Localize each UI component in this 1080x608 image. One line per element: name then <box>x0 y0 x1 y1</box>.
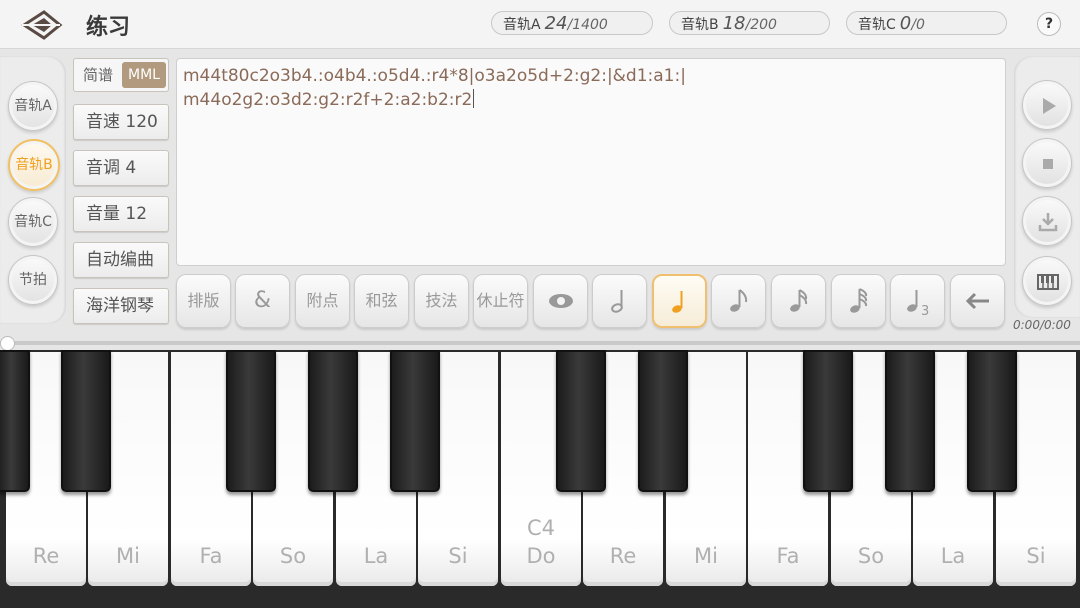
backspace-button[interactable] <box>950 274 1005 328</box>
backspace-icon <box>965 292 989 310</box>
track-c-button[interactable]: 音轨C <box>8 197 58 247</box>
track-c-value: 0 <box>899 13 912 34</box>
black-key[interactable] <box>226 350 276 492</box>
play-icon <box>1043 98 1056 114</box>
key-label: Mi <box>116 544 140 568</box>
half-note-button[interactable] <box>592 274 647 328</box>
key-label: Re <box>32 544 60 568</box>
track-a-value: 24 <box>544 13 568 34</box>
track-a-counter: 音轨A 24/1400 <box>491 11 653 35</box>
black-key[interactable] <box>803 350 853 492</box>
editor-line-1: m44t80c2o3b4.:o4b4.:o5d4.:r4*8|o3a2o5d+2… <box>183 66 686 86</box>
black-key[interactable] <box>0 350 30 492</box>
track-a-button[interactable]: 音轨A <box>8 81 58 131</box>
top-bar: 练习 音轨A 24/1400 音轨B 18/200 音轨C 0/0 ? <box>0 0 1080 49</box>
key-label: Fa <box>199 544 223 568</box>
stop-button[interactable] <box>1022 138 1072 188</box>
keyboard-icon <box>1037 274 1059 290</box>
volume-button[interactable]: 音量 12 <box>73 196 169 232</box>
eye-icon <box>548 294 573 308</box>
key-label: Re <box>609 544 637 568</box>
quarter-note-icon <box>671 291 682 313</box>
key-label: Fa <box>776 544 800 568</box>
mml-editor[interactable]: m44t80c2o3b4.:o4b4.:o5d4.:r4*8|o3a2o5d+2… <box>176 58 1006 266</box>
key-button[interactable]: 音调 4 <box>73 150 169 186</box>
mode-mml-option[interactable]: MML <box>122 62 166 88</box>
chord-button[interactable]: 和弦 <box>354 274 409 328</box>
track-b-counter: 音轨B 18/200 <box>669 11 830 35</box>
notation-mode-toggle: 简谱 MML <box>73 58 169 92</box>
triplet-digit: 3 <box>921 304 929 316</box>
key-label: Mi <box>694 544 718 568</box>
thirty-second-note-button[interactable] <box>831 274 886 328</box>
black-key[interactable] <box>638 350 688 492</box>
key-label: So <box>857 544 885 568</box>
keyboard-toggle-button[interactable] <box>1022 256 1072 306</box>
key-label: La <box>363 544 389 568</box>
metronome-button[interactable]: 节拍 <box>8 255 58 305</box>
half-note-icon <box>610 290 623 313</box>
black-key[interactable] <box>885 350 935 492</box>
layout-button[interactable]: 排版 <box>176 274 231 328</box>
triplet-button[interactable]: 3 <box>890 274 945 328</box>
instrument-button[interactable]: 海洋钢琴 <box>73 288 169 324</box>
piano-keyboard: Re Mi Fa So La Si C4 Do Re Mi Fa So La Si <box>0 350 1080 608</box>
rest-button[interactable]: 休止符 <box>473 274 528 328</box>
help-button[interactable]: ? <box>1037 12 1061 36</box>
key-label: Si <box>1026 544 1046 568</box>
eighth-note-button[interactable] <box>711 274 766 328</box>
track-b-max: /200 <box>745 17 777 33</box>
key-label: La <box>940 544 966 568</box>
track-c-label: 音轨C <box>858 17 896 33</box>
key-label: Si <box>448 544 468 568</box>
playback-time: 0:00/0:00 <box>1013 318 1071 332</box>
eye-button[interactable] <box>533 274 588 328</box>
download-button[interactable] <box>1022 196 1072 246</box>
track-b-label: 音轨B <box>681 17 719 33</box>
sixteenth-note-icon <box>789 289 807 312</box>
sixteenth-note-button[interactable] <box>771 274 826 328</box>
eighth-note-icon <box>729 289 747 312</box>
track-a-label: 音轨A <box>503 17 541 33</box>
mode-jianpu-option[interactable]: 简谱 <box>74 59 122 91</box>
track-a-max: /1400 <box>567 17 608 33</box>
play-button[interactable] <box>1022 80 1072 130</box>
track-c-counter: 音轨C 0/0 <box>846 11 1007 35</box>
thirty-second-note-icon <box>849 288 867 313</box>
auto-compose-button[interactable]: 自动编曲 <box>73 242 169 278</box>
black-key[interactable] <box>308 350 358 492</box>
stop-icon <box>1043 159 1053 169</box>
page-title: 练习 <box>86 15 131 40</box>
triplet-note-icon: 3 <box>906 290 929 319</box>
back-button[interactable] <box>20 8 64 42</box>
back-arrow-icon <box>21 10 63 40</box>
quarter-note-button[interactable] <box>652 274 707 328</box>
download-icon <box>1038 213 1058 232</box>
playback-progress-track[interactable] <box>0 341 1080 345</box>
editor-line-2: m44o2g2:o3d2:g2:r2f+2:a2:b2:r2 <box>183 88 999 112</box>
black-key[interactable] <box>61 350 111 492</box>
black-key[interactable] <box>390 350 440 492</box>
black-key[interactable] <box>967 350 1017 492</box>
technique-button[interactable]: 技法 <box>414 274 469 328</box>
track-c-max: /0 <box>911 17 925 33</box>
track-b-button[interactable]: 音轨B <box>8 139 60 191</box>
editor-line-2-text: m44o2g2:o3d2:g2:r2f+2:a2:b2:r2 <box>183 90 473 110</box>
black-key[interactable] <box>556 350 606 492</box>
tempo-button[interactable]: 音速 120 <box>73 104 169 140</box>
text-caret <box>473 89 475 108</box>
dot-button[interactable]: 附点 <box>295 274 350 328</box>
track-b-value: 18 <box>722 13 746 34</box>
key-octave-label: C4 <box>526 516 556 540</box>
key-label: Do <box>526 544 556 568</box>
playback-progress-knob[interactable] <box>0 336 15 351</box>
key-label: So <box>279 544 307 568</box>
ampersand-button[interactable]: & <box>235 274 290 328</box>
